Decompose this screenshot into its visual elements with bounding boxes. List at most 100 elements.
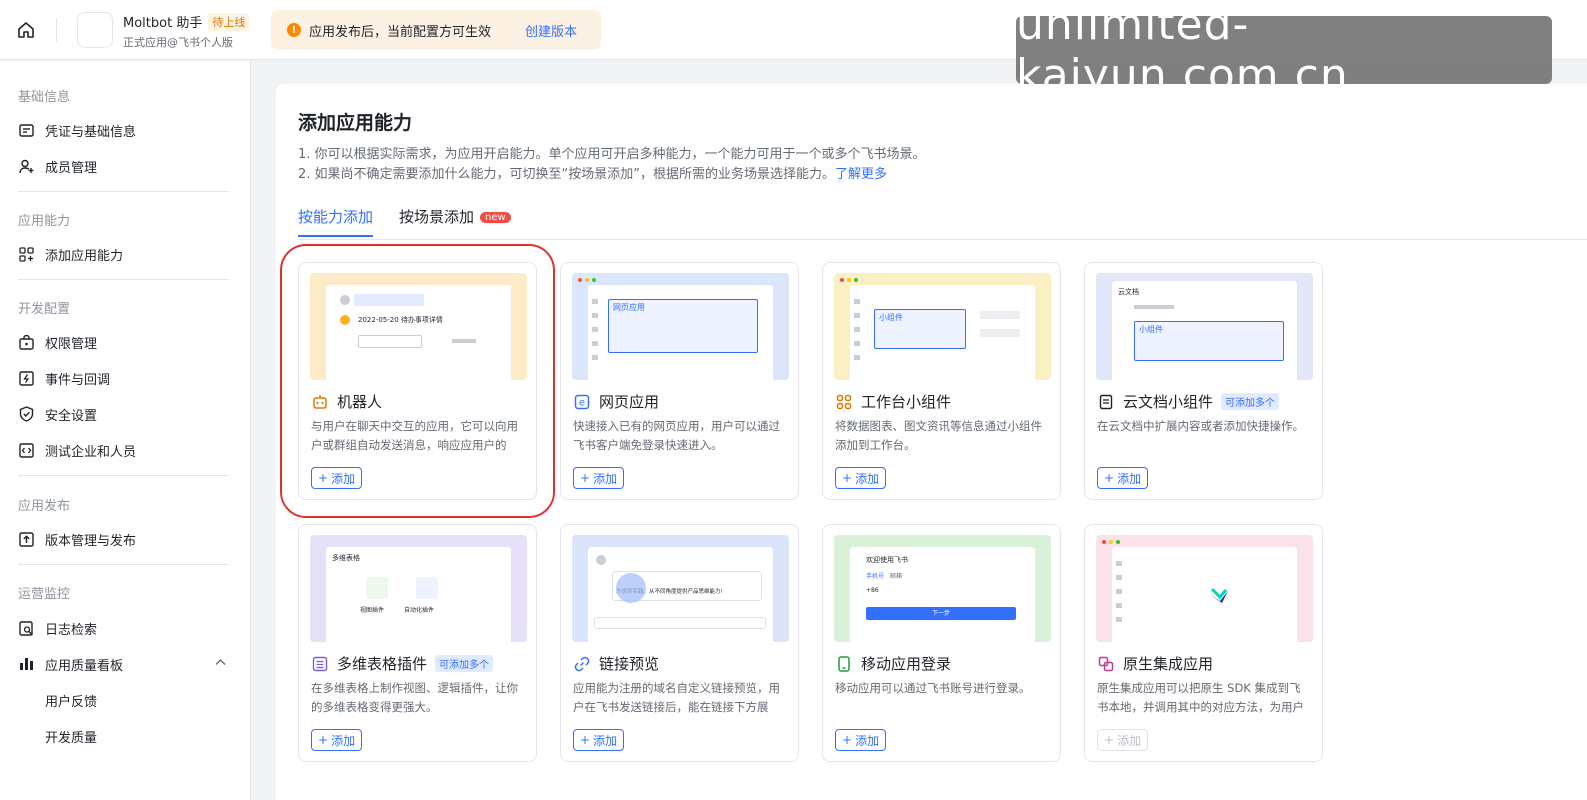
sidebar-item-events[interactable]: 事件与回调 bbox=[18, 367, 110, 389]
section-title-capability: 应用能力 bbox=[18, 214, 71, 229]
add-label: 添加 bbox=[593, 471, 618, 486]
card-title: 多维表格插件 可添加多个 bbox=[311, 653, 494, 674]
card-thumbnail: 方说到实践，从不同角度提供产品思维能力! bbox=[572, 535, 789, 642]
app-subtitle: 正式应用@飞书个人版 bbox=[123, 36, 233, 49]
code-icon bbox=[18, 442, 35, 459]
svg-text:e: e bbox=[579, 397, 585, 408]
sidebar-item-label: 安全设置 bbox=[45, 408, 98, 424]
tab-by-scenario[interactable]: 按场景添加 new bbox=[399, 206, 511, 237]
capability-card-web-app[interactable]: 网页应用 e 网页应用 快速接入已有的网页应用，用户可以通过飞书客户端免登录快速… bbox=[560, 262, 799, 500]
web-e-icon: e bbox=[573, 393, 591, 411]
card-title-text: 链接预览 bbox=[599, 655, 660, 673]
sidebar-item-members[interactable]: 成员管理 bbox=[18, 155, 97, 177]
add-button[interactable]: + 添加 bbox=[835, 467, 887, 489]
thumbnail-window: 网页应用 bbox=[588, 285, 773, 380]
sidebar-item-dev-quality[interactable]: 开发质量 bbox=[45, 725, 97, 747]
create-version-link[interactable]: 创建版本 bbox=[525, 21, 577, 40]
thumbnail-window: 欢迎使用飞书 手机号 邮箱 +86 下一步 bbox=[850, 547, 1035, 642]
thumbnail-box: 网页应用 bbox=[608, 299, 758, 353]
window-dots bbox=[840, 278, 858, 282]
add-button[interactable]: + 添加 bbox=[573, 729, 625, 751]
main-panel: 添加应用能力 1. 你可以根据实际需求，为应用开启能力。单个应用可开启多种能力，… bbox=[276, 84, 1587, 800]
sidebar: 基础信息 凭证与基础信息 成员管理 应用能力 添加应用能力 开发配置 权限管理 … bbox=[0, 61, 251, 800]
plus-icon: + bbox=[580, 733, 591, 747]
capability-card-link-preview[interactable]: 方说到实践，从不同角度提供产品思维能力! 链接预览 应用能为注册的域名自定义链接… bbox=[560, 524, 799, 762]
plus-icon: + bbox=[318, 471, 329, 485]
lark-logo-icon bbox=[1206, 587, 1230, 609]
publish-notice: ! 应用发布后，当前配置方可生效 创建版本 bbox=[271, 10, 601, 50]
chevron-up-icon[interactable] bbox=[215, 656, 226, 669]
section-title-basic: 基础信息 bbox=[18, 90, 71, 105]
sidebar-item-label: 成员管理 bbox=[45, 160, 98, 176]
sidebar-item-test-tenants[interactable]: 测试企业和人员 bbox=[18, 439, 136, 461]
add-button[interactable]: + 添加 bbox=[835, 729, 887, 751]
plus-icon: + bbox=[580, 471, 591, 485]
sidebar-item-versions[interactable]: 版本管理与发布 bbox=[18, 528, 136, 550]
member-add-icon bbox=[18, 158, 35, 175]
section-title-publish: 应用发布 bbox=[18, 499, 71, 514]
multi-badge: 可添加多个 bbox=[435, 655, 494, 672]
sidebar-item-label: 版本管理与发布 bbox=[45, 533, 137, 549]
card-thumbnail: 小组件 bbox=[834, 273, 1051, 380]
tab-label: 按能力添加 bbox=[298, 208, 374, 226]
add-label: 添加 bbox=[855, 733, 880, 748]
divider bbox=[18, 191, 229, 192]
card-title-text: 机器人 bbox=[337, 393, 383, 411]
native-icon bbox=[1097, 655, 1115, 673]
add-label: 添加 bbox=[855, 471, 880, 486]
card-description: 与用户在聊天中交互的应用，它可以向用户或群组自动发送消息，响应应用户的消... bbox=[311, 419, 518, 452]
thumbnail-header: 多维表格 bbox=[332, 554, 360, 562]
event-icon bbox=[18, 370, 35, 387]
sidebar-item-quality-board[interactable]: 应用质量看板 bbox=[18, 653, 123, 675]
sidebar-item-permissions[interactable]: 权限管理 bbox=[18, 331, 97, 353]
credential-icon bbox=[18, 122, 35, 139]
learn-more-link[interactable]: 了解更多 bbox=[835, 167, 887, 182]
plus-icon: + bbox=[842, 733, 853, 747]
add-button[interactable]: + 添加 bbox=[1097, 467, 1149, 489]
notice-text: 应用发布后，当前配置方可生效 bbox=[309, 24, 492, 40]
link-icon bbox=[573, 655, 591, 673]
card-description: 在云文档中扩展内容或者添加快捷操作。 bbox=[1097, 419, 1304, 433]
divider bbox=[18, 279, 229, 280]
sidebar-item-label: 事件与回调 bbox=[45, 372, 111, 388]
sidebar-item-label: 测试企业和人员 bbox=[45, 444, 137, 460]
sidebar-item-user-feedback[interactable]: 用户反馈 bbox=[45, 689, 97, 711]
sidebar-item-label: 日志检索 bbox=[45, 622, 98, 638]
capability-card-workplace-widget[interactable]: 小组件 工作台小组件 将数据图表、图文资讯等信息通过小组件添加到工作台。 + 添加 bbox=[822, 262, 1061, 500]
add-label: 添加 bbox=[331, 733, 356, 748]
divider bbox=[18, 564, 229, 565]
card-title-text: 工作台小组件 bbox=[861, 393, 952, 411]
add-button[interactable]: + 添加 bbox=[1097, 729, 1149, 751]
card-title: 云文档小组件 可添加多个 bbox=[1097, 391, 1280, 412]
section-title-dev: 开发配置 bbox=[18, 302, 71, 317]
widget-icon bbox=[835, 393, 853, 411]
capability-card-bitable-plugin[interactable]: 多维表格 视图插件 自动化插件 多维表格插件 可添加多个 在多维表格上制作视图、… bbox=[298, 524, 537, 762]
shield-icon bbox=[18, 406, 35, 423]
sidebar-item-credentials[interactable]: 凭证与基础信息 bbox=[18, 119, 136, 141]
thumbnail-window: 小组件 bbox=[850, 285, 1035, 380]
card-description: 应用能为注册的域名自定义链接预览，用户在飞书发送链接后，能在链接下方展示... bbox=[573, 681, 780, 714]
description-line-1: 1. 你可以根据实际需求，为应用开启能力。单个应用可开启多种能力，一个能力可用于… bbox=[298, 147, 926, 162]
sidebar-item-label: 添加应用能力 bbox=[45, 248, 124, 264]
card-title-text: 原生集成应用 bbox=[1123, 655, 1214, 673]
sidebar-item-security[interactable]: 安全设置 bbox=[18, 403, 97, 425]
card-title-text: 云文档小组件 bbox=[1123, 393, 1214, 411]
add-button[interactable]: + 添加 bbox=[311, 729, 363, 751]
app-avatar bbox=[77, 12, 113, 48]
card-title-text: 网页应用 bbox=[599, 393, 660, 411]
capability-card-mobile-login[interactable]: 欢迎使用飞书 手机号 邮箱 +86 下一步 移动应用登录 移动应用可以通过飞书账… bbox=[822, 524, 1061, 762]
capability-card-native-integration[interactable]: 原生集成应用 原生集成应用可以把原生 SDK 集成到飞书本地，并调用其中的对应方… bbox=[1084, 524, 1323, 762]
capability-card-robot[interactable]: 2022-05-20 待办事项详情 机器人 与用户在聊天中交互的应用，它可以向用… bbox=[280, 244, 555, 518]
thumbnail-code: +86 bbox=[866, 587, 879, 594]
thumbnail-header: 云文档 bbox=[1118, 288, 1139, 296]
tab-by-capability[interactable]: 按能力添加 bbox=[298, 206, 374, 237]
capability-card-doc-widget[interactable]: 云文档 小组件 云文档小组件 可添加多个 在云文档中扩展内容或者添加快捷操作。 … bbox=[1084, 262, 1323, 500]
home-icon[interactable] bbox=[14, 18, 38, 42]
add-button[interactable]: + 添加 bbox=[573, 467, 625, 489]
sidebar-item-log-search[interactable]: 日志检索 bbox=[18, 617, 97, 639]
add-button[interactable]: + 添加 bbox=[311, 467, 363, 489]
plus-icon: + bbox=[1104, 733, 1115, 747]
add-label: 添加 bbox=[331, 471, 356, 486]
plus-icon: + bbox=[1104, 471, 1115, 485]
sidebar-item-add-capability[interactable]: 添加应用能力 bbox=[18, 243, 123, 265]
